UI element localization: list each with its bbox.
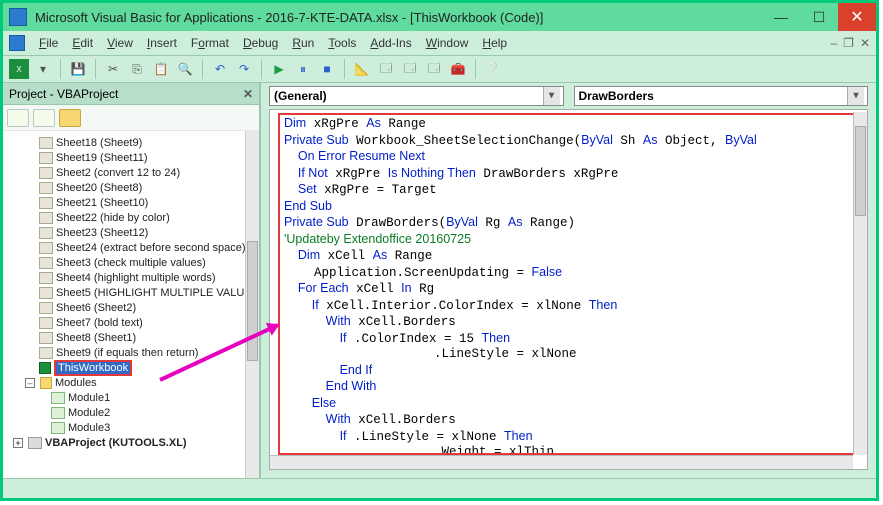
code-editor[interactable]: Dim xRgPre As Range Private Sub Workbook… <box>269 109 868 470</box>
project-explorer-icon[interactable]: 🗔 <box>376 59 396 79</box>
mdi-minimize-button[interactable]: – <box>830 36 837 50</box>
tree-item-sheet[interactable]: Sheet3 (check multiple values) <box>7 255 259 270</box>
design-mode-icon[interactable]: 📐 <box>352 59 372 79</box>
status-bar <box>3 478 876 498</box>
mdi-close-button[interactable]: ✕ <box>860 36 870 50</box>
toggle-folders-icon[interactable] <box>59 109 81 127</box>
code-horizontal-scrollbar[interactable] <box>270 455 853 469</box>
tree-item-thisworkbook[interactable]: ThisWorkbook <box>7 360 259 375</box>
tree-folder-modules[interactable]: –Modules <box>7 375 259 390</box>
tree-item-sheet[interactable]: Sheet9 (if equals then return) <box>7 345 259 360</box>
menu-insert[interactable]: Insert <box>147 36 177 50</box>
menu-addins[interactable]: Add-Ins <box>370 36 411 50</box>
object-combo[interactable]: (General) <box>269 86 564 106</box>
tree-item-sheet[interactable]: Sheet5 (HIGHLIGHT MULTIPLE VALUES) <box>7 285 259 300</box>
redo-icon[interactable]: ↷ <box>234 59 254 79</box>
stop-icon[interactable]: ■ <box>317 59 337 79</box>
tree-item-sheet[interactable]: Sheet4 (highlight multiple words) <box>7 270 259 285</box>
project-pane-title: Project - VBAProject ✕ <box>3 83 259 105</box>
close-button[interactable]: ✕ <box>838 3 876 31</box>
tree-item-sheet[interactable]: Sheet18 (Sheet9) <box>7 135 259 150</box>
tree-item-sheet[interactable]: Sheet20 (Sheet8) <box>7 180 259 195</box>
view-object-icon[interactable] <box>33 109 55 127</box>
tree-item-sheet[interactable]: Sheet8 (Sheet1) <box>7 330 259 345</box>
help-icon[interactable]: ❔ <box>483 59 503 79</box>
tree-item-sheet[interactable]: Sheet23 (Sheet12) <box>7 225 259 240</box>
vba-app-icon <box>9 8 27 26</box>
maximize-button[interactable]: ☐ <box>800 3 838 31</box>
procedure-combo[interactable]: DrawBorders <box>574 86 869 106</box>
run-icon[interactable]: ▶ <box>269 59 289 79</box>
menu-help[interactable]: Help <box>482 36 507 50</box>
code-vertical-scrollbar[interactable] <box>853 112 867 455</box>
view-code-icon[interactable] <box>7 109 29 127</box>
project-pane-title-text: Project - VBAProject <box>9 87 118 101</box>
copy-icon[interactable]: ⎘ <box>127 59 147 79</box>
vb-icon <box>9 35 25 51</box>
project-pane-close-button[interactable]: ✕ <box>243 87 253 101</box>
menu-bar: FFileile Edit View Insert Format Debug R… <box>3 31 876 55</box>
undo-icon[interactable]: ↶ <box>210 59 230 79</box>
window-title: Microsoft Visual Basic for Applications … <box>35 10 762 25</box>
toolbar: X ▾ 💾 ✂ ⎘ 📋 🔍 ↶ ↷ ▶ ⏸ ■ 📐 🗔 🗔 🗔 🧰 ❔ <box>3 55 876 83</box>
tree-item-sheet[interactable]: Sheet24 (extract before second space) <box>7 240 259 255</box>
project-scrollbar[interactable] <box>245 131 259 478</box>
tree-item-sheet[interactable]: Sheet2 (convert 12 to 24) <box>7 165 259 180</box>
mdi-restore-button[interactable]: ❐ <box>843 36 854 50</box>
paste-icon[interactable]: 📋 <box>151 59 171 79</box>
tree-item-sheet[interactable]: Sheet22 (hide by color) <box>7 210 259 225</box>
menu-debug[interactable]: Debug <box>243 36 278 50</box>
tree-item-sheet[interactable]: Sheet7 (bold text) <box>7 315 259 330</box>
toolbox-icon[interactable]: 🧰 <box>448 59 468 79</box>
project-explorer: Project - VBAProject ✕ Sheet18 (Sheet9)S… <box>3 83 261 478</box>
properties-icon[interactable]: 🗔 <box>400 59 420 79</box>
save-icon[interactable]: 💾 <box>68 59 88 79</box>
pause-icon[interactable]: ⏸ <box>293 59 313 79</box>
menu-file[interactable]: FFileile <box>39 36 58 50</box>
cut-icon[interactable]: ✂ <box>103 59 123 79</box>
title-bar: Microsoft Visual Basic for Applications … <box>3 3 876 31</box>
project-tree[interactable]: Sheet18 (Sheet9)Sheet19 (Sheet11)Sheet2 … <box>3 131 259 478</box>
object-browser-icon[interactable]: 🗔 <box>424 59 444 79</box>
menu-edit[interactable]: Edit <box>72 36 93 50</box>
excel-icon[interactable]: X <box>9 59 29 79</box>
menu-window[interactable]: Window <box>426 36 469 50</box>
find-icon[interactable]: 🔍 <box>175 59 195 79</box>
menu-format[interactable]: Format <box>191 36 229 50</box>
insert-dropdown[interactable]: ▾ <box>33 59 53 79</box>
menu-view[interactable]: View <box>107 36 133 50</box>
menu-tools[interactable]: Tools <box>328 36 356 50</box>
tree-item-vbaproject[interactable]: +VBAProject (KUTOOLS.XL) <box>7 435 259 450</box>
tree-item-module[interactable]: Module1 <box>7 390 259 405</box>
tree-item-module[interactable]: Module3 <box>7 420 259 435</box>
menu-run[interactable]: Run <box>292 36 314 50</box>
tree-item-sheet[interactable]: Sheet19 (Sheet11) <box>7 150 259 165</box>
tree-item-sheet[interactable]: Sheet6 (Sheet2) <box>7 300 259 315</box>
tree-item-sheet[interactable]: Sheet21 (Sheet10) <box>7 195 259 210</box>
minimize-button[interactable]: — <box>762 3 800 31</box>
tree-item-module[interactable]: Module2 <box>7 405 259 420</box>
